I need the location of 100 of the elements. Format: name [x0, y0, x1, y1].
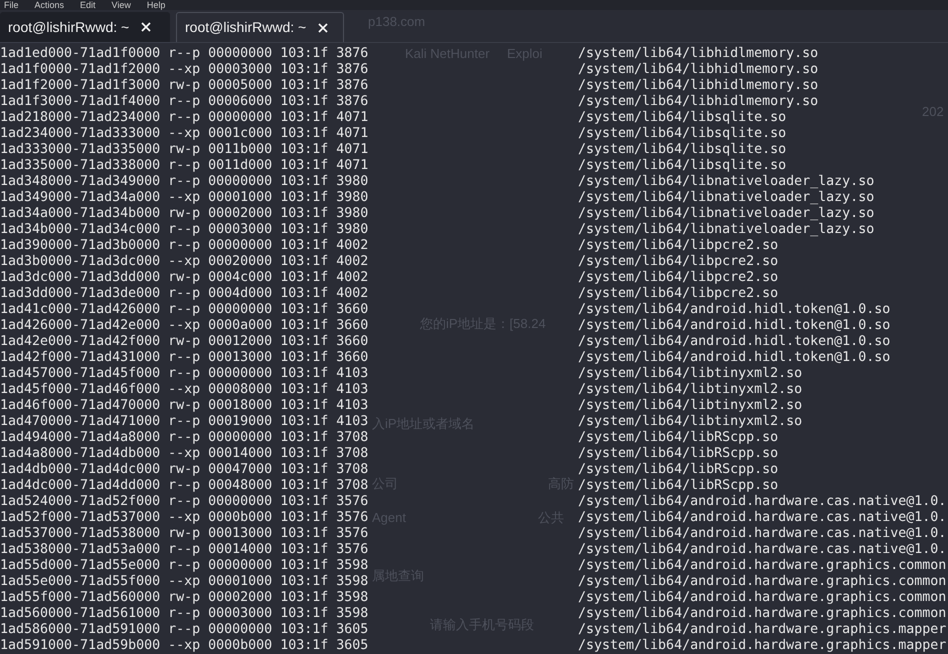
offset: 00000000	[208, 110, 272, 126]
device: 103:1f	[280, 398, 328, 414]
device: 103:1f	[280, 558, 328, 574]
permissions: r--p	[168, 350, 200, 366]
permissions: rw-p	[168, 590, 200, 606]
library-path: /system/lib64/android.hardware.cas.native@1.0.	[578, 542, 946, 558]
permissions: --xp	[168, 446, 200, 462]
library-path: /system/lib64/libnativeloader_lazy.so	[578, 190, 874, 206]
permissions: rw-p	[168, 398, 200, 414]
inode: 3980	[336, 190, 368, 206]
address-range: 1ad42e000-71ad42f000	[0, 334, 160, 350]
address-range: 1ad55d000-71ad55e000	[0, 558, 160, 574]
device: 103:1f	[280, 238, 328, 254]
offset: 00019000	[208, 414, 272, 430]
library-path: /system/lib64/android.hardware.graphics.common	[578, 558, 946, 574]
address-range: 1ad390000-71ad3b0000	[0, 238, 160, 254]
offset: 00018000	[208, 398, 272, 414]
device: 103:1f	[280, 334, 328, 350]
offset: 00003000	[208, 222, 272, 238]
permissions: --xp	[168, 318, 200, 334]
permissions: r--p	[168, 366, 200, 382]
library-path: /system/lib64/android.hardware.cas.native@1.0.	[578, 526, 946, 542]
menu-item[interactable]: File	[4, 0, 19, 10]
library-path: /system/lib64/android.hardware.cas.native@1.0.	[578, 494, 946, 510]
address-range: 1ad46f000-71ad470000	[0, 398, 160, 414]
device: 103:1f	[280, 302, 328, 318]
permissions: r--p	[168, 302, 200, 318]
offset: 00000000	[208, 494, 272, 510]
offset: 00003000	[208, 606, 272, 622]
device: 103:1f	[280, 62, 328, 78]
menu-item[interactable]: Help	[146, 0, 166, 10]
address-range: 1ad560000-71ad561000	[0, 606, 160, 622]
offset: 00014000	[208, 446, 272, 462]
permissions: r--p	[168, 94, 200, 110]
address-range: 1ad3dc000-71ad3dd000	[0, 270, 160, 286]
inode: 4103	[336, 398, 368, 414]
library-path: /system/lib64/libhidlmemory.so	[578, 62, 818, 78]
library-path: /system/lib64/libpcre2.so	[578, 270, 778, 286]
address-range: 1ad349000-71ad34a000	[0, 190, 160, 206]
offset: 00001000	[208, 574, 272, 590]
offset: 00005000	[208, 78, 272, 94]
permissions: r--p	[168, 542, 200, 558]
address-range: 1ad218000-71ad234000	[0, 110, 160, 126]
device: 103:1f	[280, 574, 328, 590]
permissions: rw-p	[168, 142, 200, 158]
permissions: rw-p	[168, 526, 200, 542]
library-path: /system/lib64/libRScpp.so	[578, 430, 778, 446]
offset: 00000000	[208, 558, 272, 574]
device: 103:1f	[280, 366, 328, 382]
permissions: r--p	[168, 558, 200, 574]
device: 103:1f	[280, 254, 328, 270]
close-icon[interactable]	[141, 22, 152, 32]
address-range: 1ad34b000-71ad34c000	[0, 222, 160, 238]
library-path: /system/lib64/android.hidl.token@1.0.so	[578, 350, 890, 366]
address-range: 1ad34a000-71ad34b000	[0, 206, 160, 222]
library-path: /system/lib64/android.hidl.token@1.0.so	[578, 334, 890, 350]
inode: 4002	[336, 270, 368, 286]
device: 103:1f	[280, 638, 328, 654]
address-range: 1ad537000-71ad538000	[0, 526, 160, 542]
offset: 0000b000	[208, 638, 272, 654]
offset: 00014000	[208, 542, 272, 558]
inode: 4002	[336, 286, 368, 302]
menu-item[interactable]: View	[112, 0, 131, 10]
address-range: 1ad45f000-71ad46f000	[0, 382, 160, 398]
library-path: /system/lib64/android.hardware.graphics.common	[578, 606, 946, 622]
device: 103:1f	[280, 622, 328, 638]
address-range: 1ad1ed000-71ad1f0000	[0, 46, 160, 62]
terminal-tab[interactable]: root@lishirRwwd: ~	[176, 12, 344, 42]
device: 103:1f	[280, 414, 328, 430]
permissions: --xp	[168, 574, 200, 590]
inode: 3605	[336, 622, 368, 638]
offset: 00001000	[208, 190, 272, 206]
inode: 3660	[336, 318, 368, 334]
inode: 3708	[336, 430, 368, 446]
permissions: --xp	[168, 638, 200, 654]
device: 103:1f	[280, 510, 328, 526]
library-path: /system/lib64/libnativeloader_lazy.so	[578, 174, 874, 190]
close-icon[interactable]	[318, 22, 328, 32]
inode: 3708	[336, 446, 368, 462]
menu-item[interactable]: Actions	[34, 0, 64, 10]
inode: 3660	[336, 350, 368, 366]
inode: 3980	[336, 206, 368, 222]
inode: 4103	[336, 382, 368, 398]
permissions: r--p	[168, 414, 200, 430]
device: 103:1f	[280, 270, 328, 286]
library-path: /system/lib64/android.hardware.graphics.common	[578, 574, 946, 590]
inode: 4071	[336, 158, 368, 174]
inode: 3876	[336, 78, 368, 94]
address-range: 1ad470000-71ad471000	[0, 414, 160, 430]
permissions: rw-p	[168, 462, 200, 478]
menu-item[interactable]: Edit	[80, 0, 96, 10]
device: 103:1f	[280, 430, 328, 446]
terminal-tab[interactable]: root@lishirRwwd: ~	[0, 12, 170, 42]
offset: 00020000	[208, 254, 272, 270]
inode: 3576	[336, 542, 368, 558]
device: 103:1f	[280, 526, 328, 542]
permissions: r--p	[168, 174, 200, 190]
inode: 3576	[336, 494, 368, 510]
library-path: /system/lib64/libsqlite.so	[578, 126, 786, 142]
library-path: /system/lib64/libsqlite.so	[578, 142, 786, 158]
